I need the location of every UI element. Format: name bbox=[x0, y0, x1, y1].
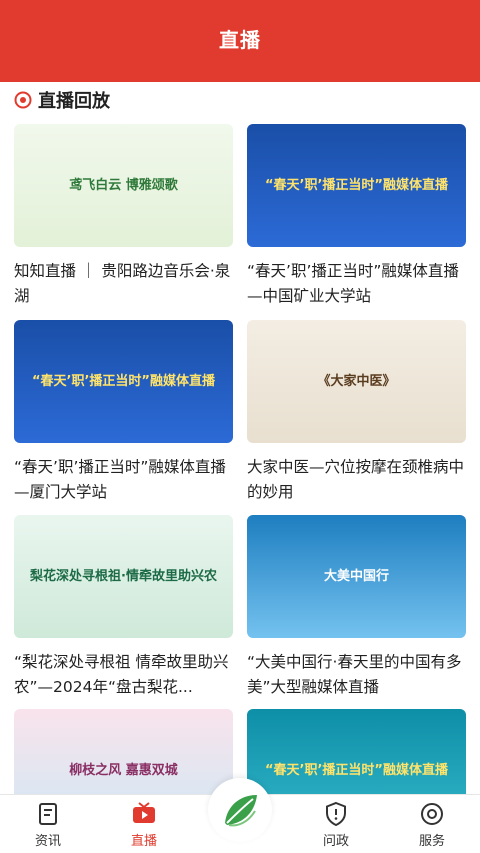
replay-card[interactable]: 鸢飞白云 博雅颂歌 知知直播 ｜ 贵阳路边音乐会·泉湖 bbox=[14, 124, 233, 309]
replay-card[interactable]: 大美中国行 “大美中国行·春天里的中国有多美”大型融媒体直播 bbox=[247, 515, 466, 700]
replay-title[interactable]: “春天’职’播正当时”融媒体直播—厦门大学站 bbox=[14, 455, 233, 505]
replay-thumbnail[interactable]: 梨花深处寻根祖·情牵故里助兴农 bbox=[14, 515, 233, 638]
tab-label: 资讯 bbox=[34, 834, 61, 849]
tab-live[interactable]: 直播 bbox=[104, 795, 184, 853]
thumbnail-caption: “春天’职’播正当时”融媒体直播 bbox=[265, 177, 448, 193]
replay-thumbnail[interactable]: 大美中国行 bbox=[247, 515, 466, 638]
shield-icon bbox=[326, 801, 346, 827]
tab-news[interactable]: 资讯 bbox=[8, 795, 88, 853]
service-icon bbox=[421, 803, 443, 825]
replay-card[interactable]: 柳枝之风 嘉惠双城 bbox=[14, 709, 233, 794]
replay-thumbnail[interactable]: “春天’职’播正当时”融媒体直播 bbox=[247, 124, 466, 247]
thumbnail-caption: 鸢飞白云 博雅颂歌 bbox=[69, 177, 178, 193]
replay-thumbnail[interactable]: 柳枝之风 嘉惠双城 bbox=[14, 709, 233, 794]
replay-thumbnail[interactable]: “春天’职’播正当时”融媒体直播 bbox=[247, 709, 466, 794]
replay-title[interactable]: “大美中国行·春天里的中国有多美”大型融媒体直播 bbox=[247, 650, 466, 700]
thumbnail-caption: “春天’职’播正当时”融媒体直播 bbox=[265, 762, 448, 778]
thumbnail-caption: 梨花深处寻根祖·情牵故里助兴农 bbox=[30, 568, 217, 584]
replay-thumbnail[interactable]: 《大家中医》 bbox=[247, 320, 466, 443]
news-icon bbox=[39, 803, 57, 825]
center-logo-button[interactable] bbox=[208, 778, 272, 842]
replay-card[interactable]: “春天’职’播正当时”融媒体直播 “春天’职’播正当时”融媒体直播—厦门大学站 bbox=[14, 320, 233, 505]
replay-title[interactable]: “梨花深处寻根祖 情牵故里助兴农”—2024年“盘古梨花... bbox=[14, 650, 233, 700]
tab-service[interactable]: 服务 bbox=[392, 795, 472, 853]
replay-title[interactable]: 知知直播 ｜ 贵阳路边音乐会·泉湖 bbox=[14, 259, 233, 309]
app-header: 直播 bbox=[0, 0, 480, 82]
replay-card[interactable]: 《大家中医》 大家中医—穴位按摩在颈椎病中的妙用 bbox=[247, 320, 466, 505]
tab-label: 问政 bbox=[322, 834, 349, 849]
replay-grid: 鸢飞白云 博雅颂歌 知知直播 ｜ 贵阳路边音乐会·泉湖 “春天’职’播正当时”融… bbox=[14, 124, 466, 794]
section-header: 直播回放 bbox=[14, 86, 110, 114]
replay-thumbnail[interactable]: “春天’职’播正当时”融媒体直播 bbox=[14, 320, 233, 443]
thumbnail-caption: 柳枝之风 嘉惠双城 bbox=[69, 762, 178, 778]
replay-card[interactable]: “春天’职’播正当时”融媒体直播 bbox=[247, 709, 466, 794]
live-tv-icon bbox=[133, 802, 155, 823]
replay-card[interactable]: 梨花深处寻根祖·情牵故里助兴农 “梨花深处寻根祖 情牵故里助兴农”—2024年“… bbox=[14, 515, 233, 700]
replay-title[interactable]: 大家中医—穴位按摩在颈椎病中的妙用 bbox=[247, 455, 466, 505]
page-title: 直播 bbox=[219, 28, 261, 52]
section-title: 直播回放 bbox=[38, 91, 110, 112]
thumbnail-caption: 《大家中医》 bbox=[317, 373, 396, 389]
replay-card[interactable]: “春天’职’播正当时”融媒体直播 “春天’职’播正当时”融媒体直播—中国矿业大学… bbox=[247, 124, 466, 309]
live-replay-icon bbox=[14, 91, 32, 109]
tab-inquiry[interactable]: 问政 bbox=[296, 795, 376, 853]
thumbnail-caption: 大美中国行 bbox=[323, 568, 389, 584]
replay-title[interactable]: “春天’职’播正当时”融媒体直播—中国矿业大学站 bbox=[247, 259, 466, 309]
tab-label: 服务 bbox=[418, 834, 445, 849]
thumbnail-caption: “春天’职’播正当时”融媒体直播 bbox=[32, 373, 215, 389]
leaf-logo-icon bbox=[225, 795, 257, 827]
tab-label: 直播 bbox=[130, 834, 157, 849]
replay-thumbnail[interactable]: 鸢飞白云 博雅颂歌 bbox=[14, 124, 233, 247]
